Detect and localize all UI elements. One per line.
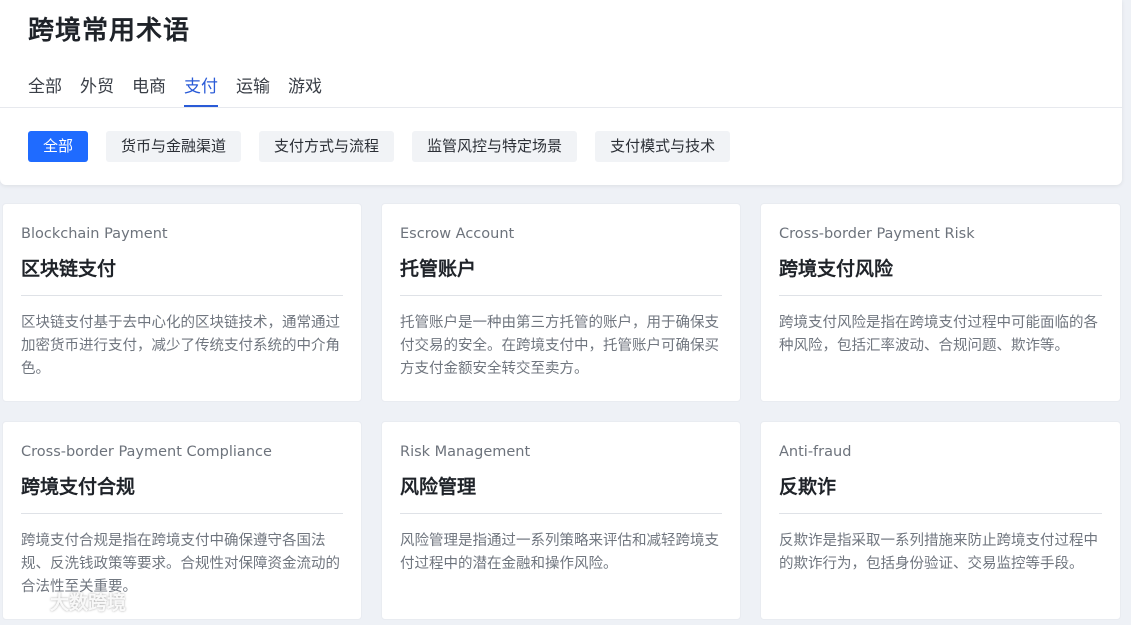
term-chinese-name: 区块链支付 (21, 258, 117, 280)
tabs-divider (0, 107, 1122, 108)
tab-ecommerce[interactable]: 电商 (132, 72, 166, 107)
header-panel: 跨境常用术语 全部 外贸 电商 支付 运输 游戏 全部 货币与金融渠道 支付方式… (0, 0, 1122, 185)
card-divider (21, 513, 343, 514)
term-english-name: Escrow Account (400, 226, 515, 242)
term-card-grid: Blockchain Payment 区块链支付 区块链支付基于去中心化的区块链… (2, 203, 1121, 620)
term-chinese-name: 跨境支付合规 (21, 476, 136, 498)
tab-all[interactable]: 全部 (28, 72, 62, 107)
card-divider (400, 513, 722, 514)
term-description: 跨境支付风险是指在跨境支付过程中可能面临的各种风险，包括汇率波动、合规问题、欺诈… (779, 315, 1098, 354)
term-english-name: Risk Management (400, 444, 531, 460)
filter-chip-currency-finance[interactable]: 货币与金融渠道 (106, 131, 242, 162)
brand-name: 大数跨境 (50, 592, 127, 614)
tab-foreign-trade[interactable]: 外贸 (80, 72, 114, 107)
term-card[interactable]: Blockchain Payment 区块链支付 区块链支付基于去中心化的区块链… (2, 203, 362, 402)
category-tabs: 全部 外贸 电商 支付 运输 游戏 (28, 72, 322, 107)
term-english-name: Anti-fraud (779, 444, 852, 460)
brand-logo-icon (4, 589, 44, 615)
term-description: 风险管理是指通过一系列策略来评估和减轻跨境支付过程中的潜在金融和操作风险。 (400, 533, 719, 572)
filter-chip-regulation-risk[interactable]: 监管风控与特定场景 (412, 131, 578, 162)
term-description: 反欺诈是指采取一系列措施来防止跨境支付过程中的欺诈行为，包括身份验证、交易监控等… (779, 533, 1098, 572)
tab-shipping[interactable]: 运输 (236, 72, 270, 107)
term-card[interactable]: Risk Management 风险管理 风险管理是指通过一系列策略来评估和减轻… (381, 421, 741, 620)
subcategory-filters: 全部 货币与金融渠道 支付方式与流程 监管风控与特定场景 支付模式与技术 (28, 131, 731, 162)
card-divider (779, 295, 1102, 296)
term-english-name: Cross-border Payment Risk (779, 226, 975, 242)
brand-watermark: 大数跨境 (4, 588, 126, 615)
card-divider (779, 513, 1102, 514)
tab-payment[interactable]: 支付 (184, 72, 218, 107)
filter-chip-methods-process[interactable]: 支付方式与流程 (259, 131, 395, 162)
card-divider (400, 295, 722, 296)
term-card[interactable]: Escrow Account 托管账户 托管账户是一种由第三方托管的账户，用于确… (381, 203, 741, 402)
term-english-name: Blockchain Payment (21, 226, 168, 242)
term-description: 区块链支付基于去中心化的区块链技术，通常通过加密货币进行支付，减少了传统支付系统… (21, 315, 340, 377)
page-title: 跨境常用术语 (28, 16, 191, 46)
card-divider (21, 295, 343, 296)
term-chinese-name: 托管账户 (400, 258, 477, 280)
filter-chip-all[interactable]: 全部 (28, 131, 89, 162)
term-chinese-name: 跨境支付风险 (779, 258, 894, 280)
term-english-name: Cross-border Payment Compliance (21, 444, 272, 460)
term-chinese-name: 反欺诈 (779, 476, 837, 498)
tab-games[interactable]: 游戏 (288, 72, 322, 107)
term-card[interactable]: Anti-fraud 反欺诈 反欺诈是指采取一系列措施来防止跨境支付过程中的欺诈… (760, 421, 1121, 620)
filter-chip-models-tech[interactable]: 支付模式与技术 (595, 131, 731, 162)
term-chinese-name: 风险管理 (400, 476, 477, 498)
term-card[interactable]: Cross-border Payment Risk 跨境支付风险 跨境支付风险是… (760, 203, 1121, 402)
term-description: 托管账户是一种由第三方托管的账户，用于确保支付交易的安全。在跨境支付中，托管账户… (400, 315, 719, 377)
